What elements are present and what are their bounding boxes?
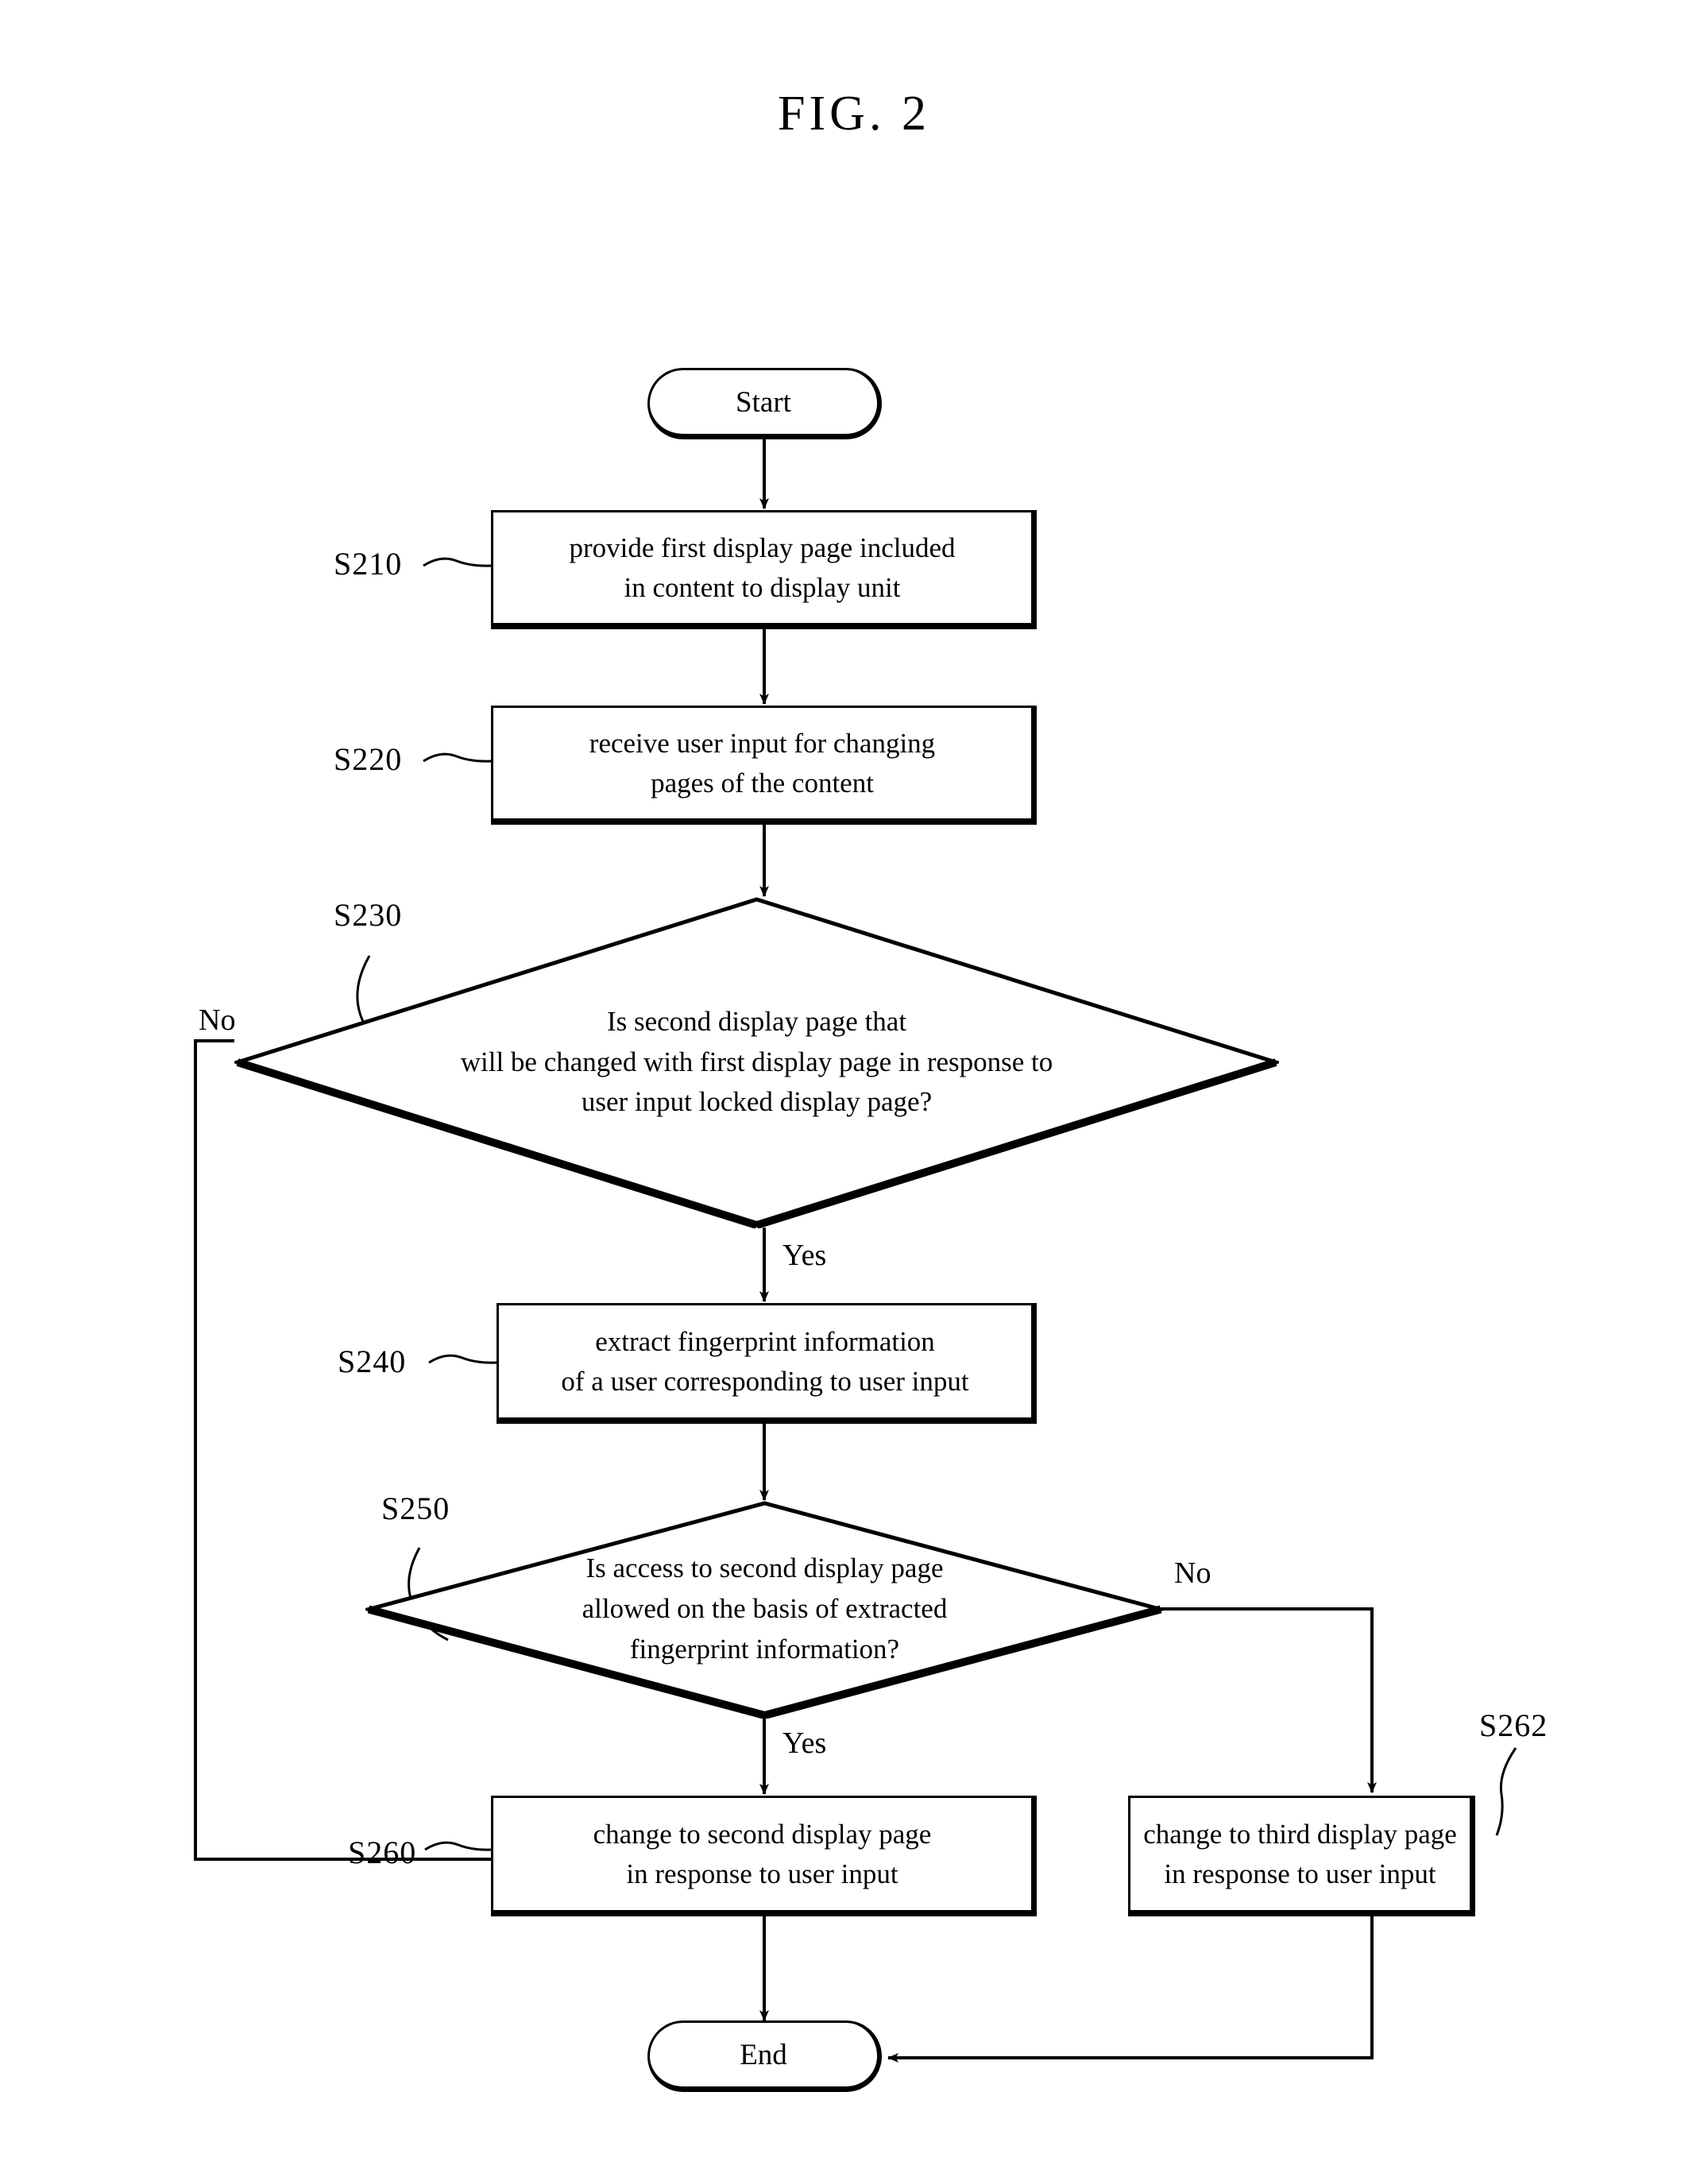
leader-line-s220 — [423, 752, 492, 763]
decision-s230-line1: Is second display page that — [606, 1005, 907, 1037]
connector-s250no-to-s262 — [1161, 1607, 1377, 1793]
process-s262-line2: in response to user input — [1164, 1858, 1436, 1889]
step-ref-s260: S260 — [348, 1835, 417, 1870]
branch-label-s250-yes: Yes — [783, 1727, 827, 1760]
leader-line-s210 — [423, 557, 492, 567]
terminal-end: End — [647, 2020, 882, 2092]
process-s240-line1: extract fingerprint information — [595, 1325, 935, 1357]
decision-s230-line3: user input locked display page? — [581, 1086, 933, 1118]
leader-line-s260 — [424, 1841, 492, 1851]
process-s210-line1: provide first display page included — [569, 532, 956, 563]
decision-s250-line1: Is access to second display page — [585, 1553, 944, 1584]
terminal-end-label: End — [740, 2038, 787, 2071]
decision-s250-line2: allowed on the basis of extracted — [582, 1593, 948, 1625]
process-s260: change to second display page in respons… — [491, 1796, 1037, 1916]
decision-s230: Is second display page that will be chan… — [234, 896, 1279, 1228]
connector-s262-to-end — [887, 1916, 1374, 2063]
branch-label-s230-yes: Yes — [783, 1239, 827, 1272]
process-s262: change to third display page in response… — [1128, 1796, 1475, 1916]
decision-s250: Is access to second display page allowed… — [365, 1500, 1164, 1719]
branch-label-s250-no: No — [1174, 1556, 1211, 1590]
figure-page: FIG. 2 Start S210 provide first display … — [0, 0, 1708, 2177]
terminal-start: Start — [647, 368, 882, 439]
terminal-start-label: Start — [736, 385, 791, 419]
step-ref-s262: S262 — [1479, 1707, 1548, 1743]
decision-s230-text: Is second display page that will be chan… — [234, 896, 1279, 1228]
process-s240: extract fingerprint information of a use… — [497, 1303, 1037, 1424]
step-ref-s240: S240 — [338, 1344, 407, 1379]
process-s220: receive user input for changing pages of… — [491, 706, 1037, 825]
leader-line-s262 — [1495, 1747, 1517, 1836]
process-s210: provide first display page included in c… — [491, 510, 1037, 629]
process-s240-line2: of a user corresponding to user input — [561, 1365, 969, 1397]
branch-label-s230-no: No — [199, 1003, 236, 1037]
process-s260-line1: change to second display page — [593, 1818, 932, 1850]
decision-s250-line3: fingerprint information? — [629, 1633, 900, 1665]
decision-s230-line2: will be changed with first display page … — [460, 1046, 1053, 1077]
step-ref-s210: S210 — [334, 546, 403, 582]
process-s220-line1: receive user input for changing — [589, 727, 936, 759]
decision-s250-text: Is access to second display page allowed… — [365, 1500, 1164, 1719]
process-s260-line2: in response to user input — [626, 1858, 898, 1889]
process-s262-line1: change to third display page — [1143, 1818, 1457, 1850]
leader-line-s240 — [428, 1354, 497, 1364]
process-s220-line2: pages of the content — [651, 767, 874, 798]
step-ref-s220: S220 — [334, 741, 403, 777]
process-s210-line2: in content to display unit — [624, 571, 901, 603]
figure-title: FIG. 2 — [778, 87, 930, 141]
